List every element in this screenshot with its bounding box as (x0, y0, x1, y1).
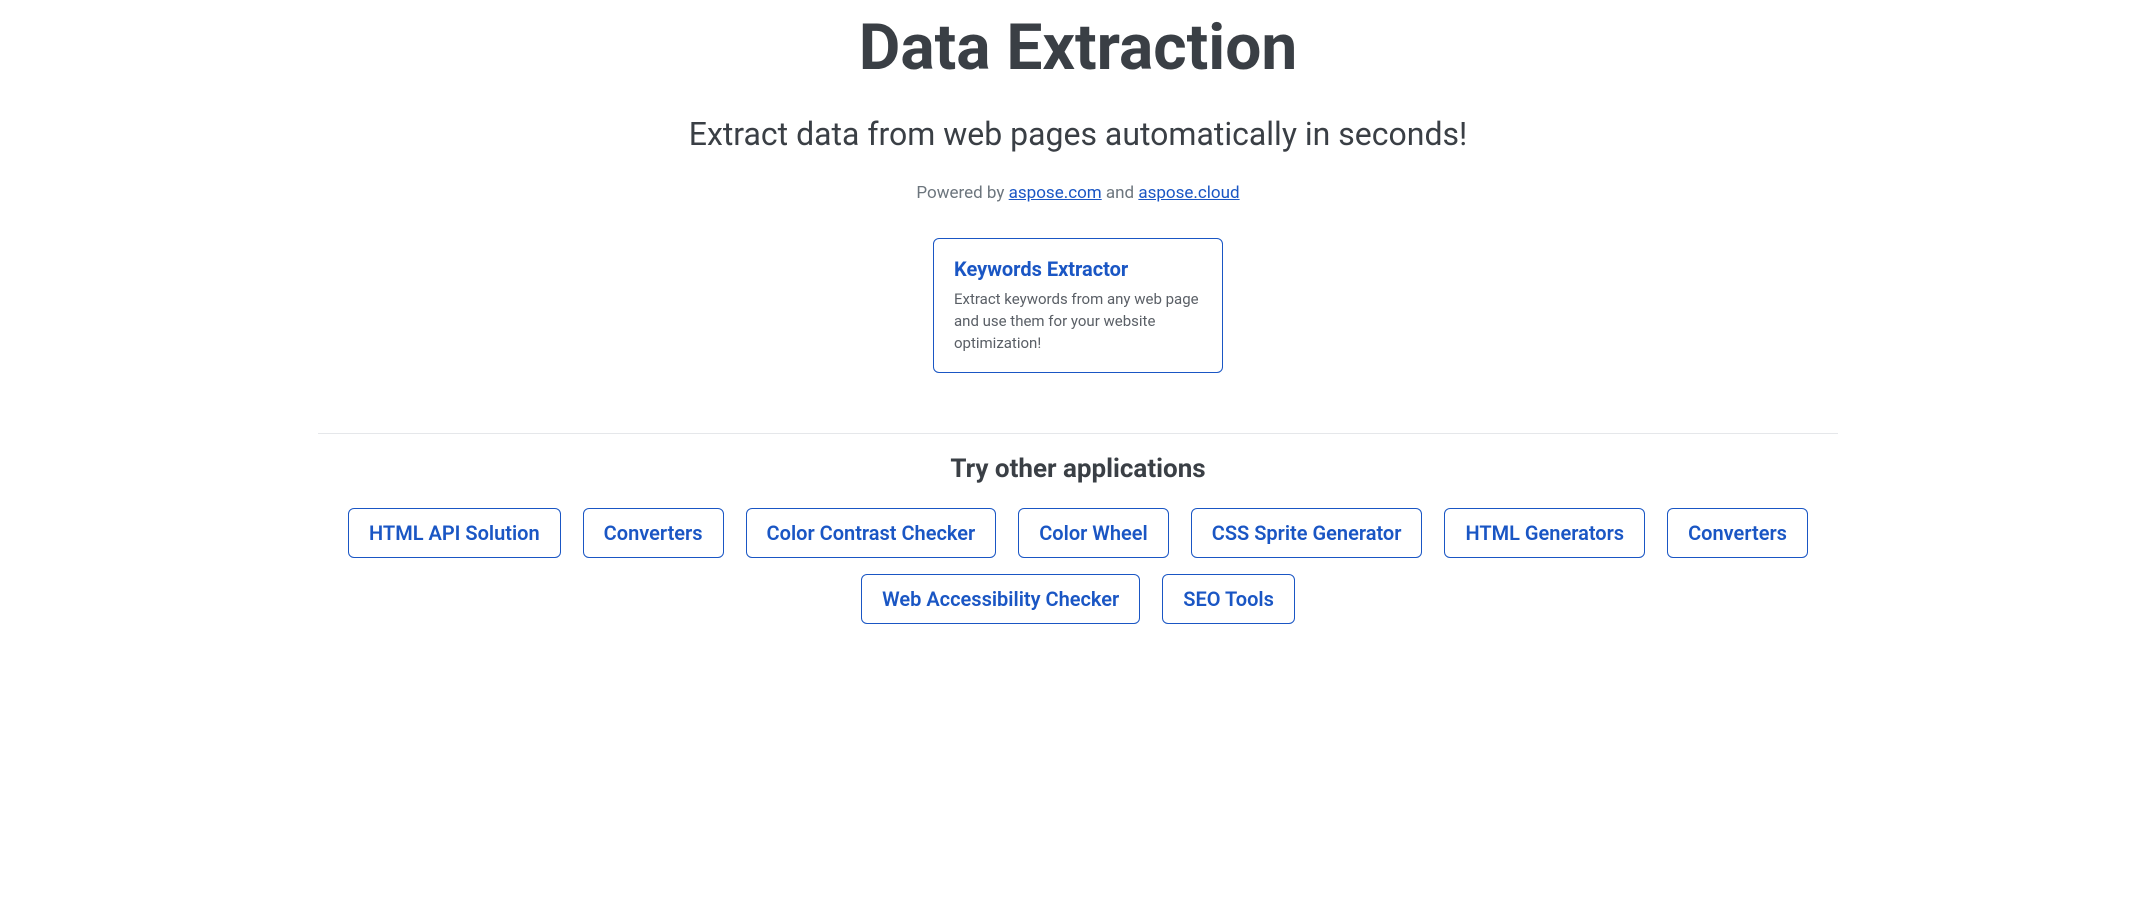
card-description: Extract keywords from any web page and u… (954, 289, 1202, 354)
other-apps-heading: Try other applications (318, 454, 1838, 484)
other-apps-list: HTML API Solution Converters Color Contr… (318, 508, 1838, 644)
section-divider (318, 433, 1838, 434)
page-subtitle: Extract data from web pages automaticall… (318, 115, 1838, 153)
app-chip-css-sprite-generator[interactable]: CSS Sprite Generator (1191, 508, 1423, 558)
powered-middle: and (1102, 183, 1139, 203)
powered-prefix: Powered by (916, 183, 1008, 203)
card-title: Keywords Extractor (954, 257, 1202, 281)
app-chip-color-wheel[interactable]: Color Wheel (1018, 508, 1169, 558)
app-chip-color-contrast-checker[interactable]: Color Contrast Checker (746, 508, 997, 558)
app-chip-converters[interactable]: Converters (583, 508, 724, 558)
powered-by-text: Powered by aspose.com and aspose.cloud (318, 183, 1838, 203)
app-chip-html-generators[interactable]: HTML Generators (1444, 508, 1645, 558)
app-chip-web-accessibility-checker[interactable]: Web Accessibility Checker (861, 574, 1140, 624)
keywords-extractor-card[interactable]: Keywords Extractor Extract keywords from… (933, 238, 1223, 373)
app-chip-html-api-solution[interactable]: HTML API Solution (348, 508, 561, 558)
app-chip-converters-2[interactable]: Converters (1667, 508, 1808, 558)
powered-link-aspose-cloud[interactable]: aspose.cloud (1138, 183, 1239, 203)
page-title: Data Extraction (318, 10, 1838, 85)
app-chip-seo-tools[interactable]: SEO Tools (1162, 574, 1295, 624)
powered-link-aspose-com[interactable]: aspose.com (1009, 183, 1102, 203)
